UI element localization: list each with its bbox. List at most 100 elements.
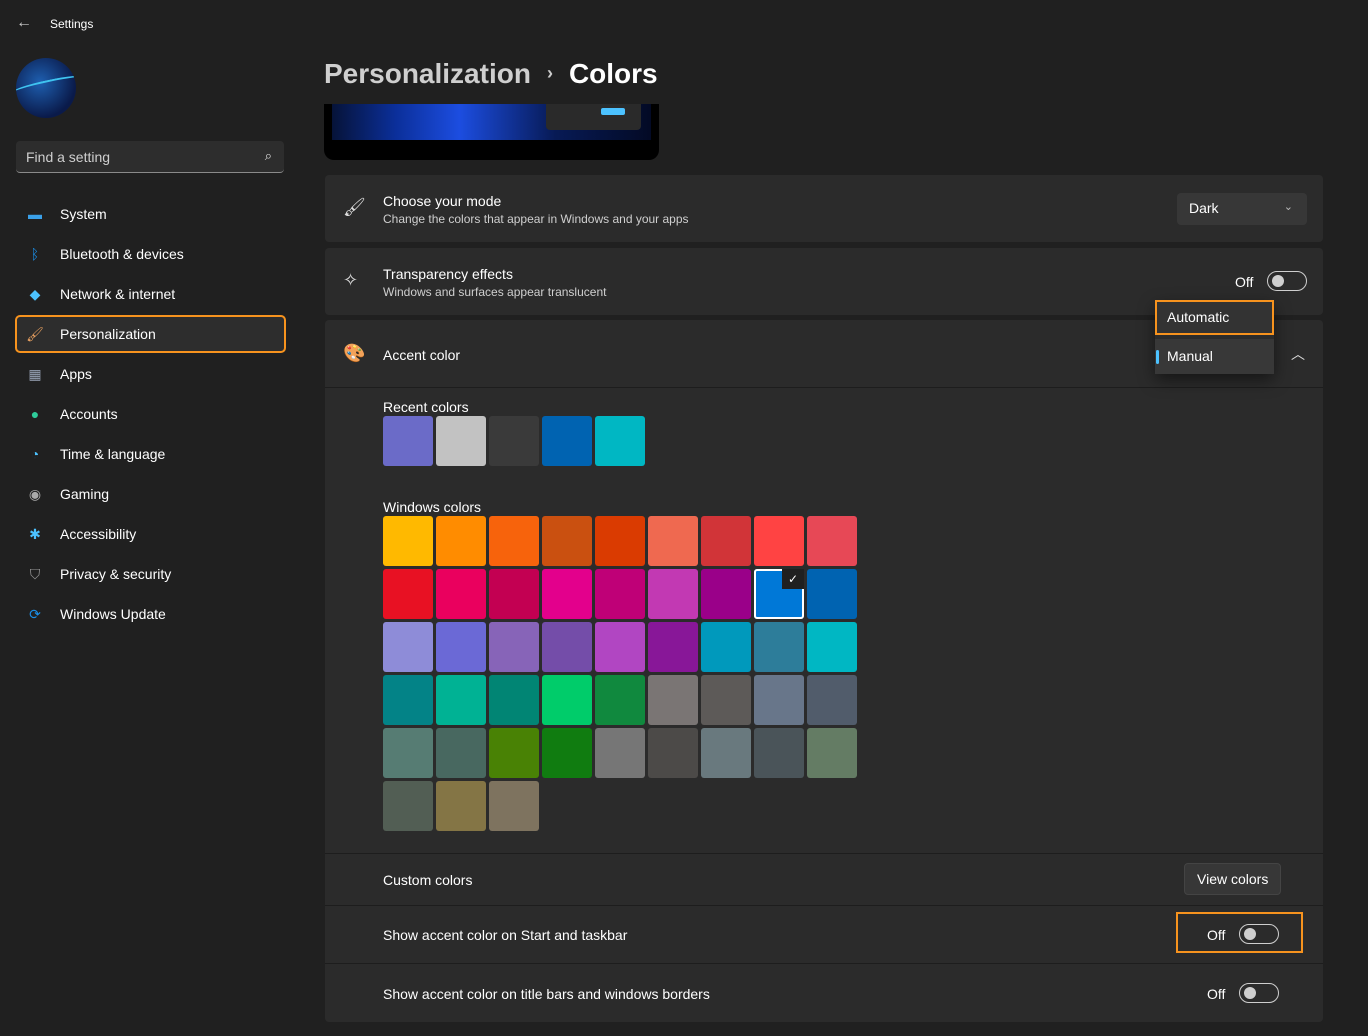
chevron-down-icon: ⌄ [1283, 201, 1293, 213]
sidebar-item-gaming[interactable]: ◉ Gaming [16, 476, 285, 512]
windows-color-swatch[interactable] [489, 675, 539, 725]
windows-color-swatch[interactable] [542, 675, 592, 725]
windows-color-swatch[interactable] [754, 516, 804, 566]
windows-color-swatch[interactable] [648, 622, 698, 672]
sidebar-item-accounts[interactable]: ● Accounts [16, 396, 285, 432]
menu-item-automatic[interactable]: Automatic [1155, 300, 1274, 335]
sidebar-item-bluetooth-devices[interactable]: ᛒ Bluetooth & devices [16, 236, 285, 272]
breadcrumb: Personalization › Colors [324, 58, 658, 90]
windows-color-swatch[interactable] [648, 516, 698, 566]
windows-color-swatch[interactable] [807, 675, 857, 725]
search-input[interactable]: Find a setting ⌕ [16, 141, 284, 173]
accessibility-icon: ✱ [29, 525, 41, 542]
windows-color-swatch[interactable]: ✓ [754, 569, 804, 619]
recent-colors-label: Recent colors [383, 399, 469, 415]
windows-color-swatch[interactable] [383, 622, 433, 672]
title-bars-state: Off [1207, 986, 1226, 1002]
windows-color-swatch[interactable] [701, 516, 751, 566]
checkmark-icon: ✓ [782, 569, 804, 589]
windows-color-swatch[interactable] [754, 622, 804, 672]
sidebar-item-privacy-security[interactable]: ⛉ Privacy & security [16, 556, 285, 592]
windows-color-swatch[interactable] [595, 516, 645, 566]
windows-color-swatch[interactable] [436, 675, 486, 725]
windows-color-swatch[interactable] [489, 781, 539, 831]
windows-color-swatch[interactable] [489, 516, 539, 566]
search-icon[interactable]: ⌕ [265, 148, 272, 164]
recent-color-swatch[interactable] [542, 416, 592, 466]
windows-color-swatch[interactable] [701, 728, 751, 778]
windows-color-swatch[interactable] [701, 622, 751, 672]
mode-subtitle: Change the colors that appear in Windows… [383, 212, 689, 226]
windows-color-swatch[interactable] [383, 728, 433, 778]
start-taskbar-label: Show accent color on Start and taskbar [383, 927, 628, 943]
windows-color-swatch[interactable] [807, 569, 857, 619]
windows-color-swatch[interactable] [595, 569, 645, 619]
windows-color-swatch[interactable] [436, 516, 486, 566]
windows-color-swatch[interactable] [595, 675, 645, 725]
windows-color-swatch[interactable] [542, 728, 592, 778]
palette-icon: 🎨 [343, 343, 366, 363]
windows-color-swatch[interactable] [807, 516, 857, 566]
sidebar-item-label: Accounts [60, 406, 118, 422]
view-colors-button[interactable]: View colors [1184, 863, 1282, 895]
sidebar-item-apps[interactable]: ▦ Apps [16, 356, 285, 392]
theme-preview [324, 104, 659, 160]
windows-color-swatch[interactable] [489, 728, 539, 778]
sidebar-item-system[interactable]: ▬ System [16, 196, 285, 232]
mode-dropdown[interactable]: Dark ⌄ [1177, 193, 1307, 225]
paintbrush-icon: 🖌 [343, 197, 366, 217]
windows-color-swatch[interactable] [701, 675, 751, 725]
windows-color-swatch[interactable] [436, 622, 486, 672]
recent-color-swatch[interactable] [489, 416, 539, 466]
windows-color-swatch[interactable] [648, 675, 698, 725]
windows-color-swatch[interactable] [807, 622, 857, 672]
windows-color-swatch[interactable] [754, 675, 804, 725]
recent-color-swatch[interactable] [595, 416, 645, 466]
back-button[interactable]: ← [16, 14, 32, 32]
wifi-icon: ◆ [29, 285, 41, 302]
windows-color-swatch[interactable] [489, 622, 539, 672]
transparency-toggle[interactable] [1267, 271, 1307, 291]
windows-color-swatch[interactable] [754, 728, 804, 778]
sidebar-item-label: Personalization [60, 326, 156, 342]
sidebar-item-label: Privacy & security [60, 566, 172, 582]
menu-item-manual[interactable]: Manual [1155, 339, 1274, 374]
title-bars-toggle[interactable] [1239, 983, 1279, 1003]
sidebar-item-personalization[interactable]: 🖌 Personalization [15, 315, 286, 353]
search-placeholder: Find a setting [26, 149, 111, 165]
custom-colors-label: Custom colors [383, 872, 473, 888]
accounts-icon: ● [30, 406, 40, 422]
windows-color-swatch[interactable] [436, 569, 486, 619]
sidebar-item-windows-update[interactable]: ⟳ Windows Update [16, 596, 285, 632]
windows-color-swatch[interactable] [383, 569, 433, 619]
windows-color-swatch[interactable] [542, 516, 592, 566]
windows-color-swatch[interactable] [383, 516, 433, 566]
gamepad-icon: ◉ [28, 485, 42, 502]
windows-color-swatch[interactable] [595, 728, 645, 778]
windows-color-swatch[interactable] [701, 569, 751, 619]
sidebar-item-label: Gaming [60, 486, 110, 502]
windows-color-swatch[interactable] [648, 728, 698, 778]
windows-color-swatch[interactable] [542, 569, 592, 619]
windows-color-swatch[interactable] [436, 781, 486, 831]
clock-globe-icon: ◔ [30, 446, 40, 462]
windows-color-swatch[interactable] [383, 675, 433, 725]
windows-color-swatch[interactable] [595, 622, 645, 672]
windows-color-swatch[interactable] [542, 622, 592, 672]
recent-color-swatch[interactable] [436, 416, 486, 466]
windows-color-swatch[interactable] [807, 728, 857, 778]
sidebar-item-time-language[interactable]: ◔ Time & language [16, 436, 285, 472]
avatar[interactable] [16, 58, 76, 118]
windows-color-swatch[interactable] [648, 569, 698, 619]
shield-icon: ⛉ [29, 565, 41, 582]
windows-color-swatch[interactable] [489, 569, 539, 619]
breadcrumb-parent[interactable]: Personalization [324, 58, 531, 89]
recent-color-swatch[interactable] [383, 416, 433, 466]
sidebar-item-label: Network & internet [60, 286, 176, 302]
windows-color-swatch[interactable] [383, 781, 433, 831]
chevron-up-icon[interactable]: ︿ [1291, 344, 1305, 364]
sidebar-item-network-internet[interactable]: ◆ Network & internet [16, 276, 285, 312]
windows-color-swatch[interactable] [436, 728, 486, 778]
sidebar-item-label: Bluetooth & devices [60, 246, 184, 262]
sidebar-item-accessibility[interactable]: ✱ Accessibility [16, 516, 285, 552]
